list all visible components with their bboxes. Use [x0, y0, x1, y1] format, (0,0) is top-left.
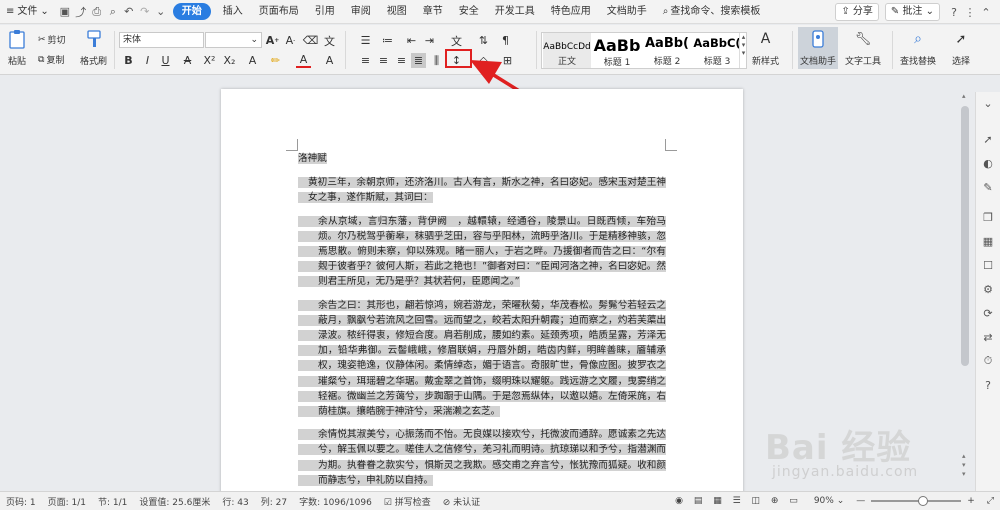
certification-status[interactable]: ⊘ 未认证 [437, 495, 486, 508]
fit-window-icon[interactable]: ⤢ [981, 496, 1000, 506]
status-bar: 页码: 1 页面: 1/1 节: 1/1 设置值: 25.6厘米 行: 43 列… [0, 491, 1000, 510]
watermark-url: jingyan.baidu.com [772, 464, 919, 480]
paragraph: 余从京域，言归东藩，背伊阙 ，越轘辕，经通谷，陵景山。日既西倾，车殆马烦。尔乃税… [298, 214, 666, 290]
paragraph: 余情悦其淑美兮，心振荡而不怡。无良媒以接欢兮，托微波而通辞。愿诚素之先达兮，解玉… [298, 427, 666, 488]
scroll-up-icon[interactable]: ▴ [962, 92, 968, 100]
comment-panel-icon[interactable]: ☐ [981, 258, 995, 272]
margin-corner-marker [665, 139, 677, 151]
scrollbar-thumb[interactable] [961, 106, 969, 366]
spell-check-toggle[interactable]: ☑ 拼写检查 [378, 495, 437, 508]
document-body[interactable]: 洛神赋 黄初三年，余朝京师，还济洛川。古人有言，斯水之神，名曰宓妃。感宋玉对楚王… [298, 151, 666, 496]
paragraph-text: 余从京域，言归东藩，背伊阙 ，越轘辕，经通谷，陵景山。日既西倾，车殆马烦。尔乃税… [298, 215, 666, 288]
share-panel-icon[interactable]: ⇄ [981, 330, 995, 344]
paragraph-text: 黄初三年，余朝京师，还济洛川。古人有言，斯水之神，名曰宓妃。感宋玉对楚王神女之事… [298, 177, 666, 204]
zoom-slider[interactable] [871, 496, 962, 506]
zoom-slider-thumb[interactable] [918, 496, 929, 506]
paragraph: 余告之曰：其形也，翩若惊鸿，婉若游龙，荣曜秋菊，华茂春松。髣髴兮若轻云之蔽月，飘… [298, 298, 666, 420]
status-column[interactable]: 列: 27 [255, 495, 293, 508]
checkbox-icon: ☑ [383, 497, 395, 508]
baidu-jingyan-watermark: Bai 经验 jingyan.baidu.com [740, 420, 990, 490]
shield-icon: ⊘ [442, 497, 454, 508]
styles-icon[interactable]: ✎ [981, 180, 995, 194]
cert-label: 未认证 [453, 497, 481, 508]
paragraph-text: 余情悦其淑美兮，心振荡而不怡。无良媒以接欢兮，托微波而通辞。愿诚素之先达兮，解玉… [298, 429, 666, 486]
status-word-count[interactable]: 字数: 1096/1096 [293, 495, 378, 508]
settings-icon[interactable]: ⚙ [981, 282, 995, 296]
view-mode-icons[interactable]: ◉ ▤ ▦ ☰ ◫ ⊕ ▭ [669, 496, 808, 506]
zoom-out-icon[interactable]: — [850, 496, 871, 506]
status-row[interactable]: 行: 43 [216, 495, 254, 508]
document-title: 洛神赋 [298, 151, 666, 166]
backup-icon[interactable]: ⟳ [981, 306, 995, 320]
sidebar-collapse-icon[interactable]: ⌄ [981, 96, 995, 110]
spell-check-label: 拼写检查 [394, 497, 431, 508]
zoom-in-icon[interactable]: + [961, 496, 981, 506]
layers-icon[interactable]: ❐ [981, 210, 995, 224]
status-pages[interactable]: 页面: 1/1 [42, 495, 92, 508]
select-tool-icon[interactable]: ➚ [981, 132, 995, 146]
paragraph: 黄初三年，余朝京师，还济洛川。古人有言，斯水之神，名曰宓妃。感宋玉对楚王神女之事… [298, 175, 666, 205]
status-setting-value[interactable]: 设置值: 25.6厘米 [133, 495, 216, 508]
paragraph-text: 余告之曰：其形也，翩若惊鸿，婉若游龙，荣曜秋菊，华茂春松。髣髴兮若轻云之蔽月，飘… [298, 299, 666, 418]
zoom-value: 90% [813, 496, 834, 506]
watermark-brand: Bai 经验 [765, 428, 912, 468]
help-panel-icon[interactable]: ? [981, 378, 995, 392]
zoom-level[interactable]: 90% ⌄ [808, 496, 850, 506]
title-text: 洛神赋 [298, 153, 327, 164]
margin-corner-marker [286, 139, 298, 151]
status-section[interactable]: 节: 1/1 [92, 495, 133, 508]
status-page-number[interactable]: 页码: 1 [0, 495, 42, 508]
history-icon[interactable]: ⏱ [981, 354, 995, 368]
shapes-icon[interactable]: ◐ [981, 156, 995, 170]
properties-icon[interactable]: ▦ [981, 234, 995, 248]
